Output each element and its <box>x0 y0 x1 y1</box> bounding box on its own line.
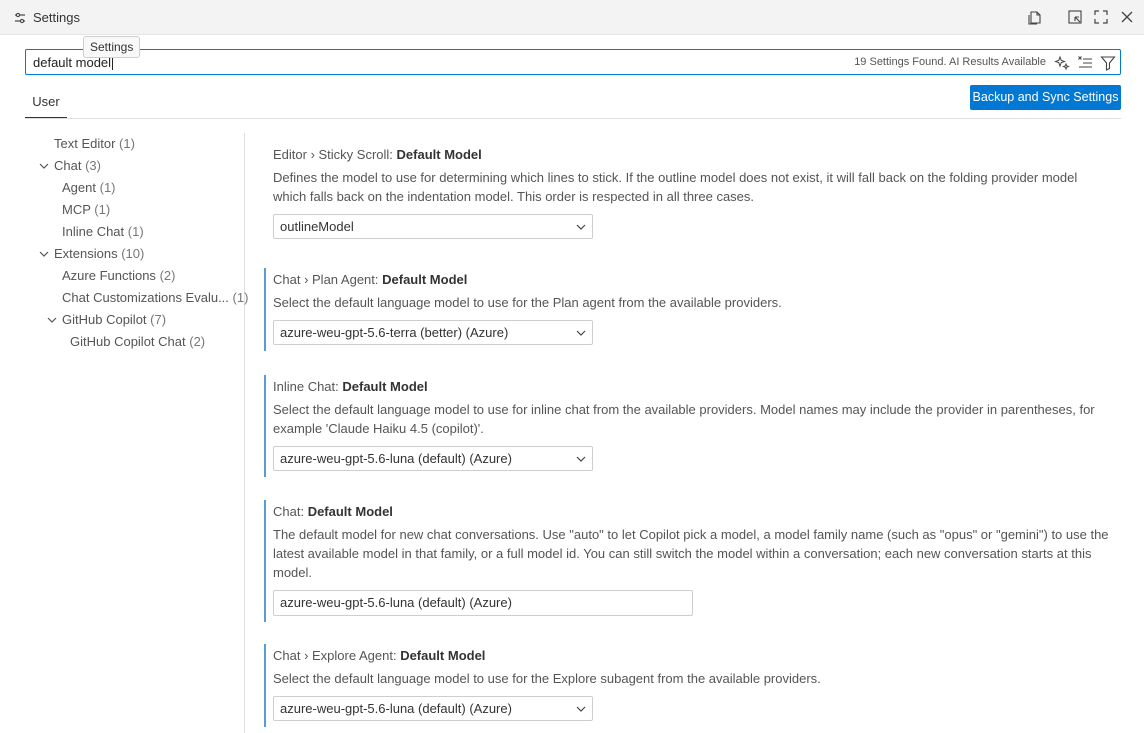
setting-plan-agent-default-model: Chat › Plan Agent: Default Model Select … <box>264 268 1113 351</box>
setting-title: Editor › Sticky Scroll: Default Model <box>273 147 482 162</box>
backup-and-sync-button[interactable]: Backup and Sync Settings <box>970 85 1121 110</box>
toc-item-chat[interactable]: Chat (3) <box>54 155 101 177</box>
settings-list: Editor › Sticky Scroll: Default Model De… <box>245 133 1144 733</box>
setting-description: Select the default language model to use… <box>273 402 1095 436</box>
setting-title: Inline Chat: Default Model <box>273 379 428 394</box>
setting-dropdown[interactable]: azure-weu-gpt-5.6-terra (better) (Azure) <box>273 320 593 345</box>
tabs-divider <box>25 118 1121 119</box>
maximize-icon[interactable] <box>1092 8 1110 26</box>
setting-description: The default model for new chat conversat… <box>273 527 1109 580</box>
chevron-down-icon <box>576 456 586 462</box>
settings-toc: Text Editor (1) Chat (3) Agent (1) MCP (… <box>25 133 248 733</box>
setting-explore-agent-default-model: Chat › Explore Agent: Default Model Sele… <box>264 644 1113 727</box>
title-bar: Settings <box>0 0 1144 35</box>
toc-item-chat-customizations[interactable]: Chat Customizations Evalu... (1) <box>62 287 248 309</box>
split-editor-icon[interactable] <box>1066 8 1084 26</box>
search-input[interactable]: default model 19 Settings Found. AI Resu… <box>25 49 1121 75</box>
toc-item-inline-chat[interactable]: Inline Chat (1) <box>62 221 144 243</box>
clear-filter-icon[interactable] <box>1076 54 1093 71</box>
chevron-down-icon <box>576 330 586 336</box>
search-actions <box>1053 54 1116 71</box>
setting-title: Chat: Default Model <box>273 504 393 519</box>
chevron-down-icon[interactable] <box>38 248 50 260</box>
chevron-down-icon <box>576 706 586 712</box>
setting-inline-chat-default-model: Inline Chat: Default Model Select the de… <box>264 375 1113 477</box>
search-result-count: 19 Settings Found. AI Results Available <box>854 56 1046 68</box>
tab-user[interactable]: User <box>25 88 67 118</box>
window-title: Settings <box>33 10 80 25</box>
toc-item-azure-functions[interactable]: Azure Functions (2) <box>62 265 175 287</box>
toc-item-agent[interactable]: Agent (1) <box>62 177 116 199</box>
chevron-down-icon[interactable] <box>38 160 50 172</box>
setting-text-input[interactable]: azure-weu-gpt-5.6-luna (default) (Azure) <box>273 590 693 616</box>
setting-description: Select the default language model to use… <box>273 671 821 686</box>
setting-sticky-scroll-default-model: Editor › Sticky Scroll: Default Model De… <box>273 145 1113 239</box>
open-json-icon[interactable] <box>1026 8 1044 26</box>
setting-title: Chat › Explore Agent: Default Model <box>273 648 486 663</box>
toc-item-text-editor[interactable]: Text Editor (1) <box>54 133 135 155</box>
settings-sliders-icon <box>15 12 25 24</box>
setting-title: Chat › Plan Agent: Default Model <box>273 272 468 287</box>
ai-sparkle-icon[interactable] <box>1053 54 1070 71</box>
setting-dropdown[interactable]: azure-weu-gpt-5.6-luna (default) (Azure) <box>273 446 593 471</box>
chevron-down-icon <box>576 224 586 230</box>
toc-item-github-copilot[interactable]: GitHub Copilot (7) <box>62 309 166 331</box>
setting-dropdown[interactable]: outlineModel <box>273 214 593 239</box>
toc-item-extensions[interactable]: Extensions (10) <box>54 243 144 265</box>
toc-item-github-copilot-chat[interactable]: GitHub Copilot Chat (2) <box>70 331 205 353</box>
setting-dropdown[interactable]: azure-weu-gpt-5.6-luna (default) (Azure) <box>273 696 593 721</box>
setting-chat-default-model: Chat: Default Model The default model fo… <box>264 500 1113 622</box>
close-icon[interactable] <box>1118 8 1136 26</box>
filter-icon[interactable] <box>1099 54 1116 71</box>
setting-description: Defines the model to use for determining… <box>273 170 1078 204</box>
chevron-down-icon[interactable] <box>46 314 58 326</box>
setting-description: Select the default language model to use… <box>273 295 782 310</box>
toc-item-mcp[interactable]: MCP (1) <box>62 199 110 221</box>
tooltip: Settings <box>83 36 141 58</box>
window-actions <box>1026 8 1136 26</box>
